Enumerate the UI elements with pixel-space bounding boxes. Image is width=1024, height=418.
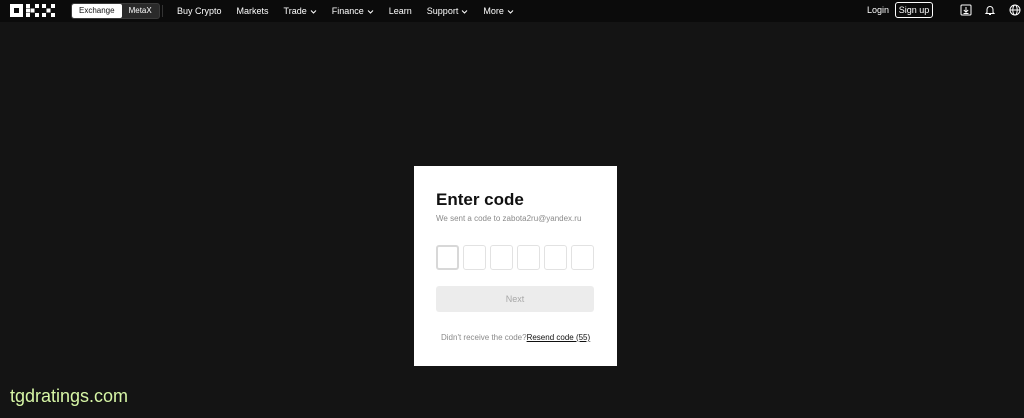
code-input-group — [436, 245, 594, 270]
nav-divider — [162, 5, 163, 17]
resend-prompt: Didn't receive the code? — [441, 333, 527, 342]
code-digit-input[interactable] — [571, 245, 594, 270]
dialog-title: Enter code — [436, 190, 524, 209]
enter-code-dialog: Enter code We sent a code to zabota2ru@y… — [414, 166, 617, 366]
watermark: tgdratings.com — [10, 386, 129, 406]
signup-button[interactable]: Sign up — [895, 2, 933, 18]
nav-item-support[interactable]: Support — [427, 6, 469, 16]
resend-row: Didn't receive the code?Resend code (55) — [441, 333, 590, 342]
next-button[interactable]: Next — [436, 286, 594, 312]
nav-item-label: Trade — [283, 6, 307, 16]
nav-item-trade[interactable]: Trade — [284, 6, 317, 16]
top-navigation-bar: Exchange MetaX Buy Crypto Markets Trade Fin… — [0, 0, 1024, 22]
okx-logo[interactable] — [10, 4, 56, 17]
nav-item-label: Markets — [236, 6, 269, 16]
code-digit-input[interactable] — [490, 245, 513, 270]
nav-item-finance[interactable]: Finance — [332, 6, 374, 16]
main-nav: Buy Crypto Markets Trade Finance Learn Suppor… — [177, 0, 529, 22]
dialog-subtitle: We sent a code to zabota2ru@yandex.ru — [436, 214, 582, 223]
nav-item-label: Finance — [331, 6, 364, 16]
chevron-down-icon — [507, 9, 514, 14]
nav-item-label: Learn — [388, 6, 412, 16]
switch-metax[interactable]: MetaX — [122, 4, 159, 18]
download-icon[interactable] — [960, 4, 972, 16]
code-digit-input[interactable] — [544, 245, 567, 270]
switch-exchange[interactable]: Exchange — [72, 4, 122, 18]
chevron-down-icon — [310, 9, 317, 14]
nav-item-label: Buy Crypto — [177, 6, 222, 16]
nav-item-learn[interactable]: Learn — [389, 6, 412, 16]
login-link[interactable]: Login — [867, 5, 889, 15]
code-digit-input[interactable] — [436, 245, 459, 270]
nav-item-markets[interactable]: Markets — [237, 6, 269, 16]
exchange-metax-switch: Exchange MetaX — [71, 3, 160, 19]
globe-icon[interactable] — [1009, 4, 1021, 16]
nav-item-label: More — [483, 6, 504, 16]
code-digit-input[interactable] — [517, 245, 540, 270]
nav-item-more[interactable]: More — [483, 6, 514, 16]
code-digit-input[interactable] — [463, 245, 486, 270]
chevron-down-icon — [367, 9, 374, 14]
nav-item-buy-crypto[interactable]: Buy Crypto — [177, 6, 222, 16]
chevron-down-icon — [461, 9, 468, 14]
bell-icon[interactable] — [984, 4, 996, 16]
resend-code-link[interactable]: Resend code (55) — [527, 333, 591, 342]
nav-item-label: Support — [426, 6, 459, 16]
